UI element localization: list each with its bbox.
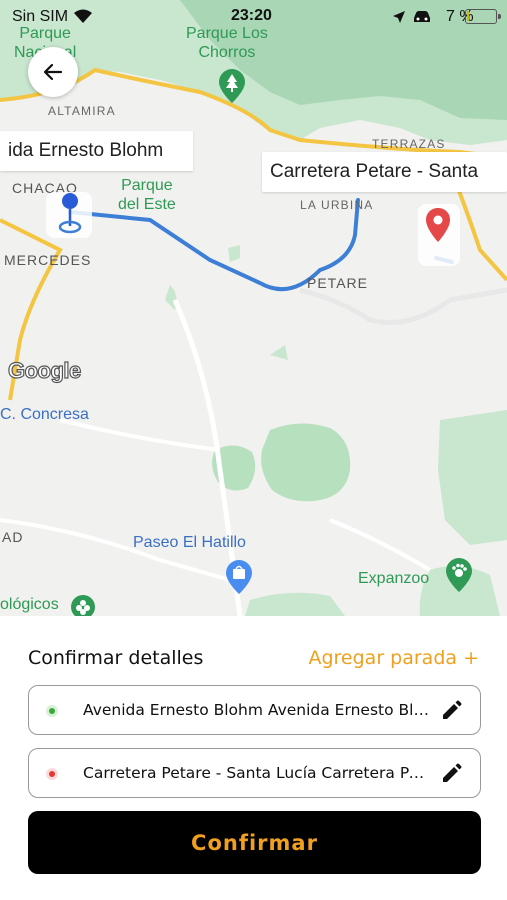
zoo-pin-icon	[446, 558, 472, 592]
back-button[interactable]	[28, 47, 78, 97]
map-background	[0, 0, 507, 616]
origin-marker[interactable]	[46, 192, 92, 238]
edit-destination-icon[interactable]	[440, 763, 462, 785]
battery-icon	[465, 9, 501, 24]
confirm-button[interactable]: Confirmar	[28, 811, 481, 874]
origin-address: Avenida Ernesto Blohm Avenida Ernesto Bl…	[83, 701, 433, 719]
map-label-parque-del-este: Parque del Este	[118, 177, 176, 213]
location-arrow-icon	[393, 11, 405, 23]
map-label-expanzoo: Expanzoo	[358, 570, 430, 587]
edit-origin-icon[interactable]	[440, 700, 462, 722]
map-label-ologicos: ológicos	[0, 596, 59, 613]
arrow-left-icon	[43, 63, 63, 81]
confirm-details-panel: Confirmar detalles Agregar parada + Aven…	[0, 616, 507, 900]
panel-title: Confirmar detalles	[28, 647, 204, 669]
destination-dot-icon	[46, 768, 58, 780]
map-label-terrazas: TERRAZAS	[372, 137, 446, 151]
destination-pin-icon	[426, 208, 450, 242]
status-bar: Sin SIM 23:20 7 %	[0, 0, 507, 34]
map-label-paseo-el-hatillo: Paseo El Hatillo	[133, 534, 246, 551]
battery-fill	[467, 11, 469, 21]
map-label-concresa: C. Concresa	[0, 406, 89, 423]
add-stop-button[interactable]: Agregar parada +	[308, 647, 479, 669]
garden-icon	[71, 595, 95, 616]
wifi-icon	[74, 9, 92, 23]
destination-callout: Carretera Petare - Santa	[262, 152, 507, 192]
origin-field[interactable]: Avenida Ernesto Blohm Avenida Ernesto Bl…	[28, 685, 481, 735]
map-label-ad: AD	[2, 529, 24, 545]
google-logo: Google	[7, 357, 81, 383]
origin-dot-icon	[46, 705, 58, 717]
map-label-mercedes: MERCEDES	[4, 252, 92, 268]
carrier-label: Sin SIM	[12, 8, 69, 25]
map-label-altamira: ALTAMIRA	[48, 104, 116, 118]
destination-address: Carretera Petare - Santa Lucía Carretera…	[83, 764, 433, 782]
map-label-petare: PETARE	[307, 275, 368, 291]
clock: 23:20	[231, 7, 272, 24]
map-view[interactable]: ParqueNacionalEl Parque LosChorros ALTAM…	[0, 0, 507, 616]
map-label-la-urbina: LA URBINA	[300, 198, 374, 212]
park-pin-icon	[219, 69, 245, 103]
destination-marker[interactable]	[418, 204, 460, 266]
destination-field[interactable]: Carretera Petare - Santa Lucía Carretera…	[28, 748, 481, 798]
origin-pin-icon	[58, 193, 82, 234]
shopping-pin-icon	[226, 560, 252, 594]
car-icon	[414, 11, 430, 22]
origin-callout: ida Ernesto Blohm	[0, 131, 193, 171]
